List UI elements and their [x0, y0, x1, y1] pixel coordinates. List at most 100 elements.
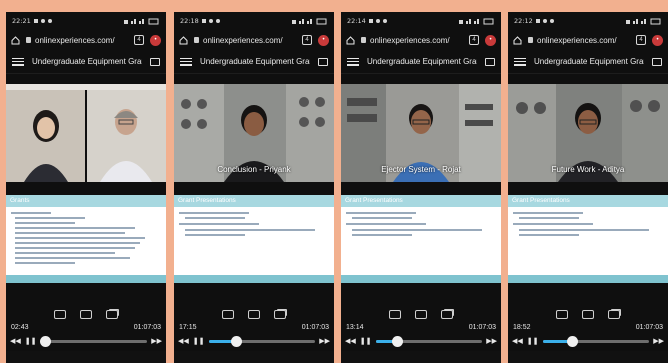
seek-handle[interactable]	[391, 335, 403, 347]
notification-icon	[368, 19, 373, 23]
slide-body-lines	[6, 207, 166, 273]
total-duration: 01:07:03	[301, 324, 329, 331]
lock-icon	[528, 37, 533, 43]
playback-bar: ◀◀ ❚❚ ▶▶	[512, 335, 664, 347]
hamburger-menu-icon[interactable]	[12, 57, 24, 66]
pause-icon[interactable]: ❚❚	[193, 337, 205, 345]
side-by-side-icon[interactable]	[582, 310, 594, 319]
fast-forward-icon[interactable]: ▶▶	[486, 337, 497, 345]
tab-count-button[interactable]: 4	[636, 35, 646, 45]
fast-forward-icon[interactable]: ▶▶	[319, 337, 330, 345]
time-readout: 02:43 01:07:03	[11, 324, 161, 331]
notification-icon	[549, 19, 554, 23]
home-icon[interactable]	[11, 35, 20, 45]
seek-handle[interactable]	[231, 335, 243, 347]
tab-count-button[interactable]: 4	[134, 35, 144, 45]
notification-icon	[40, 19, 45, 23]
picture-in-picture-icon[interactable]	[608, 310, 620, 319]
side-by-side-icon[interactable]	[248, 310, 260, 319]
status-bar: 22:12	[508, 12, 668, 30]
address-field[interactable]: onlinexperiences.com/	[361, 36, 463, 45]
address-field[interactable]: onlinexperiences.com/	[26, 36, 128, 45]
video-player[interactable]	[6, 84, 166, 182]
rewind-icon[interactable]: ◀◀	[10, 337, 21, 345]
seek-slider[interactable]	[39, 335, 148, 347]
notification-icon	[535, 19, 540, 23]
seek-slider[interactable]	[208, 335, 316, 347]
notification-icon	[201, 19, 206, 23]
time-readout: 17:15 01:07:03	[179, 324, 329, 331]
picture-in-picture-icon[interactable]	[441, 310, 453, 319]
rewind-icon[interactable]: ◀◀	[512, 337, 523, 345]
app-header: Undergraduate Equipment Grant ...	[174, 50, 334, 74]
fullscreen-icon[interactable]	[318, 57, 328, 66]
side-by-side-icon[interactable]	[80, 310, 92, 319]
notification-icon	[382, 19, 387, 23]
pause-icon[interactable]: ❚❚	[25, 337, 37, 345]
slide-preview: Grants	[6, 195, 166, 283]
elapsed-time: 13:14	[346, 324, 364, 331]
seek-handle[interactable]	[39, 335, 51, 347]
session-title: Undergraduate Equipment Grant ...	[200, 57, 310, 66]
picture-in-picture-icon[interactable]	[274, 310, 286, 319]
browser-url-bar: onlinexperiences.com/ 4 •	[508, 30, 668, 50]
system-nav-bar	[341, 351, 501, 363]
fullscreen-icon[interactable]	[150, 57, 160, 66]
single-view-icon[interactable]	[54, 310, 66, 319]
video-player[interactable]: Ejector System - Rojat	[341, 84, 501, 182]
hamburger-menu-icon[interactable]	[514, 57, 526, 66]
pause-icon[interactable]: ❚❚	[527, 337, 539, 345]
address-field[interactable]: onlinexperiences.com/	[194, 36, 296, 45]
fullscreen-icon[interactable]	[485, 57, 495, 66]
browser-menu-icon[interactable]: •	[485, 34, 496, 46]
video-frame-two-speakers	[6, 84, 166, 182]
seek-handle[interactable]	[567, 335, 579, 347]
session-title: Undergraduate Equipment Grant ...	[367, 57, 477, 66]
single-view-icon[interactable]	[556, 310, 568, 319]
status-bar: 22:18	[174, 12, 334, 30]
browser-menu-icon[interactable]: •	[652, 34, 663, 46]
fullscreen-icon[interactable]	[652, 57, 662, 66]
notification-icon	[542, 19, 547, 23]
rewind-icon[interactable]: ◀◀	[345, 337, 356, 345]
browser-url-bar: onlinexperiences.com/ 4 •	[174, 30, 334, 50]
slide-body-lines	[508, 207, 668, 253]
tab-count-button[interactable]: 4	[469, 35, 479, 45]
home-icon[interactable]	[179, 35, 188, 45]
browser-menu-icon[interactable]: •	[318, 34, 329, 46]
home-icon[interactable]	[346, 35, 355, 45]
home-icon[interactable]	[513, 35, 522, 45]
video-player[interactable]: Future Work - Aditya	[508, 84, 668, 182]
single-view-icon[interactable]	[389, 310, 401, 319]
time-readout: 18:52 01:07:03	[513, 324, 663, 331]
picture-in-picture-icon[interactable]	[106, 310, 118, 319]
address-field[interactable]: onlinexperiences.com/	[528, 36, 630, 45]
notification-icon	[215, 19, 220, 23]
lock-icon	[26, 37, 31, 43]
tab-count-button[interactable]: 4	[302, 35, 312, 45]
rewind-icon[interactable]: ◀◀	[178, 337, 189, 345]
hamburger-menu-icon[interactable]	[347, 57, 359, 66]
fast-forward-icon[interactable]: ▶▶	[653, 337, 664, 345]
status-time: 22:18	[180, 17, 199, 25]
pause-icon[interactable]: ❚❚	[360, 337, 372, 345]
seek-slider[interactable]	[542, 335, 650, 347]
signal-battery-icons	[626, 18, 662, 25]
hamburger-menu-icon[interactable]	[180, 57, 192, 66]
notification-icon	[208, 19, 213, 23]
browser-url-bar: onlinexperiences.com/ 4 •	[6, 30, 166, 50]
phone-screen-1: 22:21 onlinexperiences.com/ 4 • Undergra…	[6, 12, 166, 363]
browser-menu-icon[interactable]: •	[150, 34, 161, 46]
elapsed-time: 18:52	[513, 324, 531, 331]
url-text: onlinexperiences.com/	[35, 35, 115, 45]
slide-preview: Grant Presentations	[174, 195, 334, 283]
fast-forward-icon[interactable]: ▶▶	[151, 337, 162, 345]
seek-slider[interactable]	[375, 335, 483, 347]
video-caption: Conclusion - Priyank	[217, 165, 291, 174]
elapsed-time: 02:43	[11, 324, 29, 331]
video-player[interactable]: Conclusion - Priyank	[174, 84, 334, 182]
single-view-icon[interactable]	[222, 310, 234, 319]
slide-heading: Grant Presentations	[341, 195, 501, 207]
side-by-side-icon[interactable]	[415, 310, 427, 319]
app-header: Undergraduate Equipment Grant ...	[6, 50, 166, 74]
